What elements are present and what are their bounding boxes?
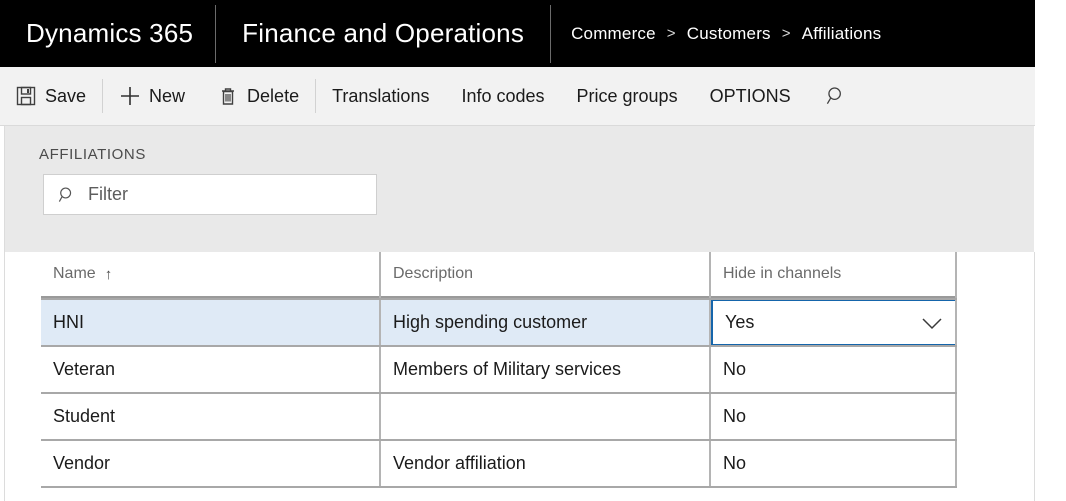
column-separator-3 xyxy=(955,252,957,486)
breadcrumb: Commerce > Customers > Affiliations xyxy=(551,0,901,67)
column-header-description-label: Description xyxy=(393,265,474,282)
row-separator-1 xyxy=(41,345,957,347)
search-icon xyxy=(825,85,847,107)
chevron-down-icon[interactable] xyxy=(919,315,945,331)
trash-icon xyxy=(217,85,239,107)
column-header-hide-label: Hide in channels xyxy=(723,265,842,282)
toolbar-search-button[interactable] xyxy=(807,67,861,126)
sort-ascending-icon: ↑ xyxy=(104,265,113,283)
breadcrumb-item-affiliations[interactable]: Affiliations xyxy=(802,24,882,44)
top-navigation-bar: Dynamics 365 Finance and Operations Comm… xyxy=(0,0,1035,67)
grid-right-border xyxy=(1034,252,1035,501)
brand-logo-text[interactable]: Dynamics 365 xyxy=(0,0,215,67)
new-button-label: New xyxy=(149,85,186,106)
cell-description-wrap[interactable]: High spending customer xyxy=(381,300,709,345)
affiliations-panel-header: AFFILIATIONS Filter xyxy=(4,126,1034,252)
cell-description: High spending customer xyxy=(393,312,588,332)
header-separator xyxy=(41,298,957,300)
cell-name: Student xyxy=(53,406,116,426)
column-header-name-label: Name xyxy=(53,265,96,282)
breadcrumb-item-commerce[interactable]: Commerce xyxy=(571,24,656,44)
cell-hide: No xyxy=(723,359,747,379)
cell-hide-wrap[interactable]: No xyxy=(711,347,957,392)
row-separator-2 xyxy=(41,392,957,394)
cell-name: Veteran xyxy=(53,359,116,379)
save-button[interactable]: Save xyxy=(0,67,102,126)
module-name[interactable]: Finance and Operations xyxy=(216,0,550,67)
translations-button[interactable]: Translations xyxy=(316,67,445,126)
plus-icon xyxy=(119,85,141,107)
info-codes-button-label: Info codes xyxy=(461,85,545,106)
save-button-label: Save xyxy=(45,85,87,106)
affiliations-grid: Name ↑ Description Hide in channels HNI … xyxy=(4,252,1035,501)
save-icon xyxy=(15,85,37,107)
filter-input[interactable]: Filter xyxy=(43,174,377,215)
table-row-partial[interactable] xyxy=(41,488,957,501)
cell-description: Vendor affiliation xyxy=(393,453,526,473)
breadcrumb-separator-1: > xyxy=(666,25,676,42)
delete-button-label: Delete xyxy=(247,85,300,106)
action-pane-toolbar: Save New Delete Translations Info codes … xyxy=(0,67,1035,126)
row-separator-3 xyxy=(41,439,957,441)
cell-hide: No xyxy=(723,453,747,473)
column-header-name[interactable]: Name ↑ xyxy=(41,252,379,298)
cell-description-wrap[interactable] xyxy=(381,394,709,439)
new-button[interactable]: New xyxy=(103,67,201,126)
row-separator-4 xyxy=(41,486,957,488)
breadcrumb-separator-2: > xyxy=(781,25,791,42)
search-icon xyxy=(56,184,78,206)
translations-button-label: Translations xyxy=(332,85,430,106)
column-separator-1 xyxy=(379,252,381,486)
table-row[interactable]: HNI xyxy=(41,300,379,345)
cell-hide-wrap[interactable]: No xyxy=(711,441,957,486)
cell-description-wrap[interactable]: Vendor affiliation xyxy=(381,441,709,486)
delete-button[interactable]: Delete xyxy=(201,67,315,126)
table-row[interactable]: Vendor xyxy=(41,441,379,486)
breadcrumb-item-customers[interactable]: Customers xyxy=(687,24,771,44)
cell-hide: No xyxy=(723,406,747,426)
cell-description: Members of Military services xyxy=(393,359,622,379)
options-button[interactable]: OPTIONS xyxy=(694,67,807,126)
cell-hide-wrap[interactable]: No xyxy=(711,394,957,439)
column-header-hide-in-channels[interactable]: Hide in channels xyxy=(711,252,957,298)
page-title: AFFILIATIONS xyxy=(39,146,146,163)
column-header-description[interactable]: Description xyxy=(381,252,709,298)
app-root: Dynamics 365 Finance and Operations Comm… xyxy=(0,0,1066,501)
options-button-label: OPTIONS xyxy=(709,85,791,106)
cell-name: Vendor xyxy=(53,453,111,473)
info-codes-button[interactable]: Info codes xyxy=(445,67,560,126)
cell-description-wrap[interactable]: Members of Military services xyxy=(381,347,709,392)
price-groups-button[interactable]: Price groups xyxy=(561,67,694,126)
table-row[interactable]: Student xyxy=(41,394,379,439)
filter-input-placeholder: Filter xyxy=(88,184,128,204)
price-groups-button-label: Price groups xyxy=(576,85,678,106)
hide-in-channels-dropdown[interactable]: Yes xyxy=(711,299,957,346)
column-separator-2 xyxy=(709,252,711,486)
hide-in-channels-value: Yes xyxy=(725,312,755,332)
cell-name: HNI xyxy=(53,312,84,332)
table-row[interactable]: Veteran xyxy=(41,347,379,392)
